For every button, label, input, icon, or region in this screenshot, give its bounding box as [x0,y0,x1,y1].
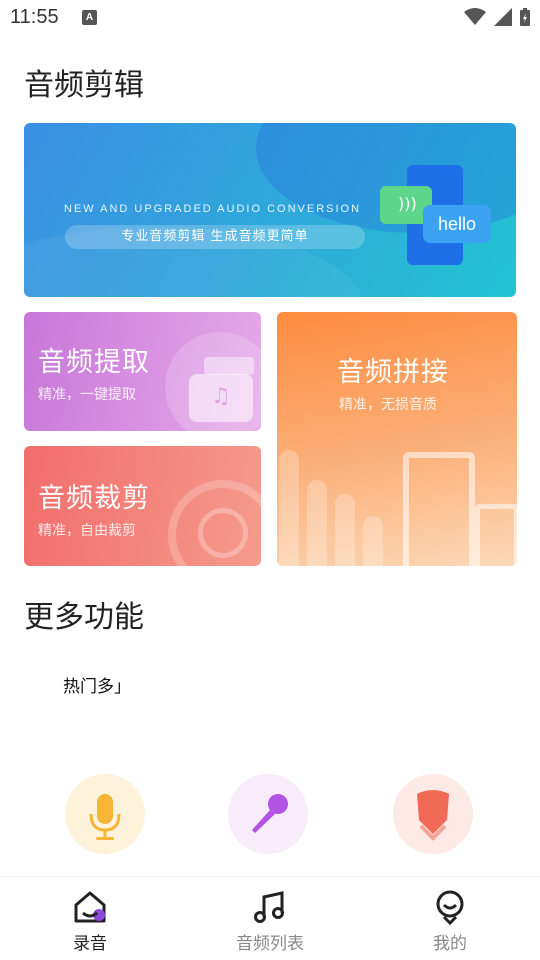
status-bar: 11:55 A [0,0,540,36]
equalizer-bar [335,494,355,566]
card-decoration [204,357,254,375]
promo-banner[interactable]: NEW AND UPGRADED AUDIO CONVERSION 专业音频剪辑… [24,123,516,297]
equalizer-bar [279,450,299,566]
more-functions-title: 更多功能 [24,600,144,635]
card-title: 音频提取 [38,347,150,378]
banner-tagline: 专业音频剪辑 生成音频更简单 [65,225,365,249]
page-title: 音频剪辑 [24,68,144,103]
signal-icon [494,8,512,26]
audio-join-card[interactable]: 音频拼接 精准，无损音质 [277,312,517,566]
shield-tool-button[interactable] [393,774,473,854]
card-title: 音频裁剪 [38,483,150,514]
profile-icon [436,890,464,926]
status-time: 11:55 [10,6,59,28]
hello-bubble: hello [423,205,491,243]
card-subtitle: 精准，无损音质 [339,397,437,413]
battery-icon [520,8,530,26]
music-file-icon: ♫ [189,374,253,422]
tab-profile[interactable]: 我的 [390,887,510,954]
wifi-icon [464,8,486,25]
tab-audio-list[interactable]: 音频列表 [210,887,330,954]
equalizer-bar [307,480,327,566]
card-subtitle: 精准，自由裁剪 [38,523,136,539]
tab-label: 录音 [73,934,107,954]
tab-label: 音频列表 [236,934,304,954]
microphone-icon [89,794,121,840]
tab-label: 我的 [433,934,467,954]
phone-outline-icon [475,504,517,566]
hot-label: 热门多」 [63,677,131,697]
banner-headline: NEW AND UPGRADED AUDIO CONVERSION [64,203,362,215]
home-icon [74,891,106,923]
equalizer-bar [363,516,383,566]
audio-cut-card[interactable]: 音频裁剪 精准，自由裁剪 [24,446,261,566]
a-letter-icon: A [82,10,97,25]
music-note-icon [254,891,284,923]
phone-outline-icon [403,452,475,566]
bottom-tab-bar: 录音 音频列表 我的 [0,876,540,960]
karaoke-mic-icon [252,794,288,833]
audio-extract-card[interactable]: 音频提取 精准，一键提取 ♫ [24,312,261,431]
karaoke-tool-button[interactable] [228,774,308,854]
status-icons [464,8,530,26]
tab-record[interactable]: 录音 [30,887,150,954]
card-title: 音频拼接 [337,357,449,388]
card-decoration [198,508,248,558]
microphone-tool-button[interactable] [65,774,145,854]
shield-icon [417,790,449,841]
card-subtitle: 精准，一键提取 [38,387,136,403]
